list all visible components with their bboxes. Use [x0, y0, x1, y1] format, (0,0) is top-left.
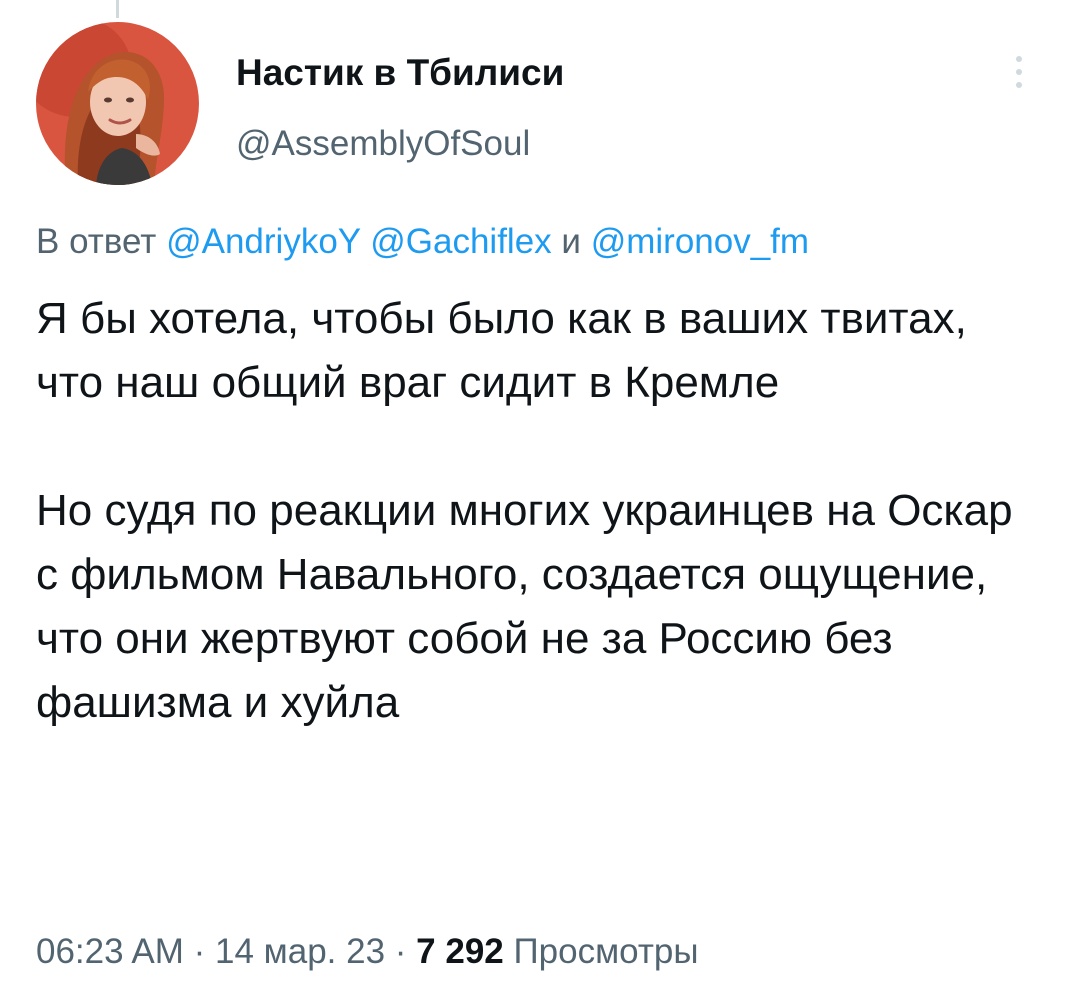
tweet-meta: 06:23 AM · 14 мар. 23 · 7 292 Просмотры: [36, 930, 699, 974]
avatar-image: [36, 22, 199, 185]
author-handle[interactable]: @AssemblyOfSoul: [236, 122, 530, 166]
avatar[interactable]: [36, 22, 199, 185]
reply-prefix: В ответ: [36, 222, 157, 261]
thread-connector-line: [116, 0, 119, 18]
reply-mention-link[interactable]: @mironov_fm: [591, 222, 809, 261]
reply-context: В ответ @AndriykoY @Gachiflex и @mironov…: [36, 220, 809, 264]
views-count[interactable]: 7 292: [416, 932, 504, 971]
reply-mention-link[interactable]: @AndriykoY: [166, 222, 360, 261]
tweet-text: Я бы хотела, чтобы было как в ваших твит…: [36, 287, 1046, 735]
views-label[interactable]: Просмотры: [514, 932, 699, 971]
more-vertical-icon[interactable]: [1004, 48, 1034, 96]
tweet-paragraph: Но судя по реакции многих украинцев на О…: [36, 486, 1013, 727]
meta-separator: ·: [193, 932, 206, 971]
reply-mention-link[interactable]: @Gachiflex: [370, 222, 551, 261]
meta-separator: ·: [394, 932, 407, 971]
tweet-date[interactable]: 14 мар. 23: [215, 932, 385, 971]
author-display-name[interactable]: Настик в Тбилиси: [236, 50, 564, 96]
tweet-paragraph: Я бы хотела, чтобы было как в ваших твит…: [36, 294, 967, 407]
tweet-time[interactable]: 06:23 AM: [36, 932, 184, 971]
reply-conjunction: и: [561, 222, 581, 261]
